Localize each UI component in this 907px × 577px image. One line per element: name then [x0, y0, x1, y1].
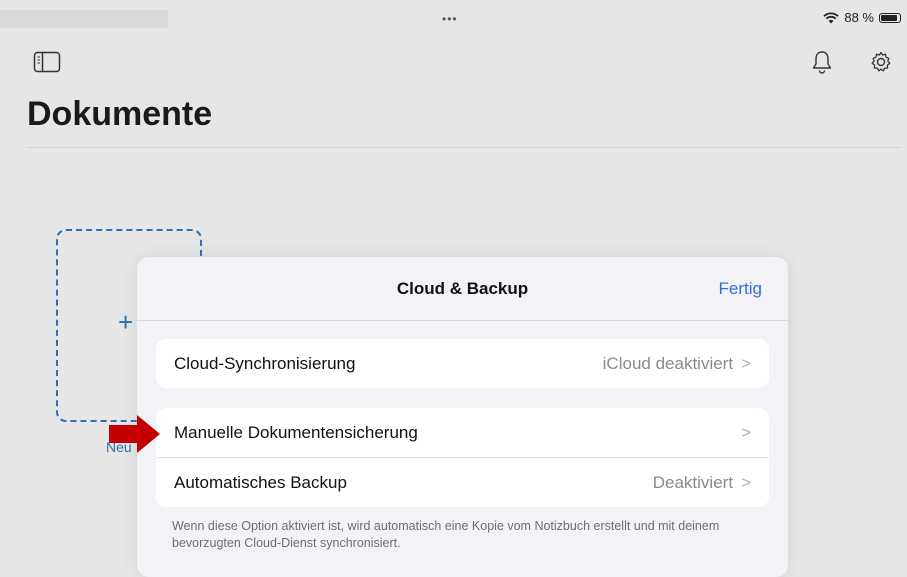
cloud-backup-sheet: Cloud & Backup Fertig Cloud-Synchronisie…: [137, 257, 788, 577]
settings-group-backup: Manuelle Dokumentensicherung > Automatis…: [156, 408, 769, 507]
settings-group-sync: Cloud-Synchronisierung iCloud deaktivier…: [156, 339, 769, 388]
manual-backup-row[interactable]: Manuelle Dokumentensicherung >: [156, 408, 769, 457]
backup-footnote: Wenn diese Option aktiviert ist, wird au…: [172, 519, 720, 550]
manual-backup-label: Manuelle Dokumentensicherung: [174, 422, 418, 442]
multitasking-dots[interactable]: •••: [442, 12, 458, 26]
chevron-right-icon: >: [741, 422, 751, 442]
status-bar: ••• 88 %: [0, 0, 907, 30]
sheet-title: Cloud & Backup: [396, 279, 529, 298]
sheet-header: Cloud & Backup Fertig: [137, 257, 788, 321]
bell-icon: [812, 51, 832, 74]
sidebar-toggle-button[interactable]: [32, 47, 62, 77]
battery-icon: [879, 12, 901, 23]
header-divider: [27, 147, 900, 148]
chevron-right-icon: >: [741, 472, 751, 492]
auto-backup-row[interactable]: Automatisches Backup Deaktiviert >: [156, 457, 769, 507]
gear-icon: [871, 51, 891, 72]
sidebar-icon: [33, 51, 61, 73]
cloud-sync-label: Cloud-Synchronisierung: [174, 353, 356, 373]
annotation-arrow-icon: [109, 415, 160, 453]
status-indicators: 88 %: [823, 10, 901, 25]
plus-icon[interactable]: +: [118, 309, 133, 335]
chevron-right-icon: >: [741, 353, 751, 373]
auto-backup-label: Automatisches Backup: [174, 472, 347, 492]
wifi-icon: [823, 11, 839, 23]
notifications-button[interactable]: [807, 47, 837, 77]
page-title: Dokumente: [27, 95, 213, 133]
battery-percent: 88 %: [844, 10, 874, 25]
cloud-sync-row[interactable]: Cloud-Synchronisierung iCloud deaktivier…: [156, 339, 769, 388]
cloud-sync-value: iCloud deaktiviert: [602, 353, 734, 373]
status-bar-placeholder: [0, 10, 168, 28]
settings-button[interactable]: [866, 47, 896, 77]
auto-backup-value: Deaktiviert: [652, 472, 734, 492]
done-button[interactable]: Fertig: [719, 279, 762, 299]
